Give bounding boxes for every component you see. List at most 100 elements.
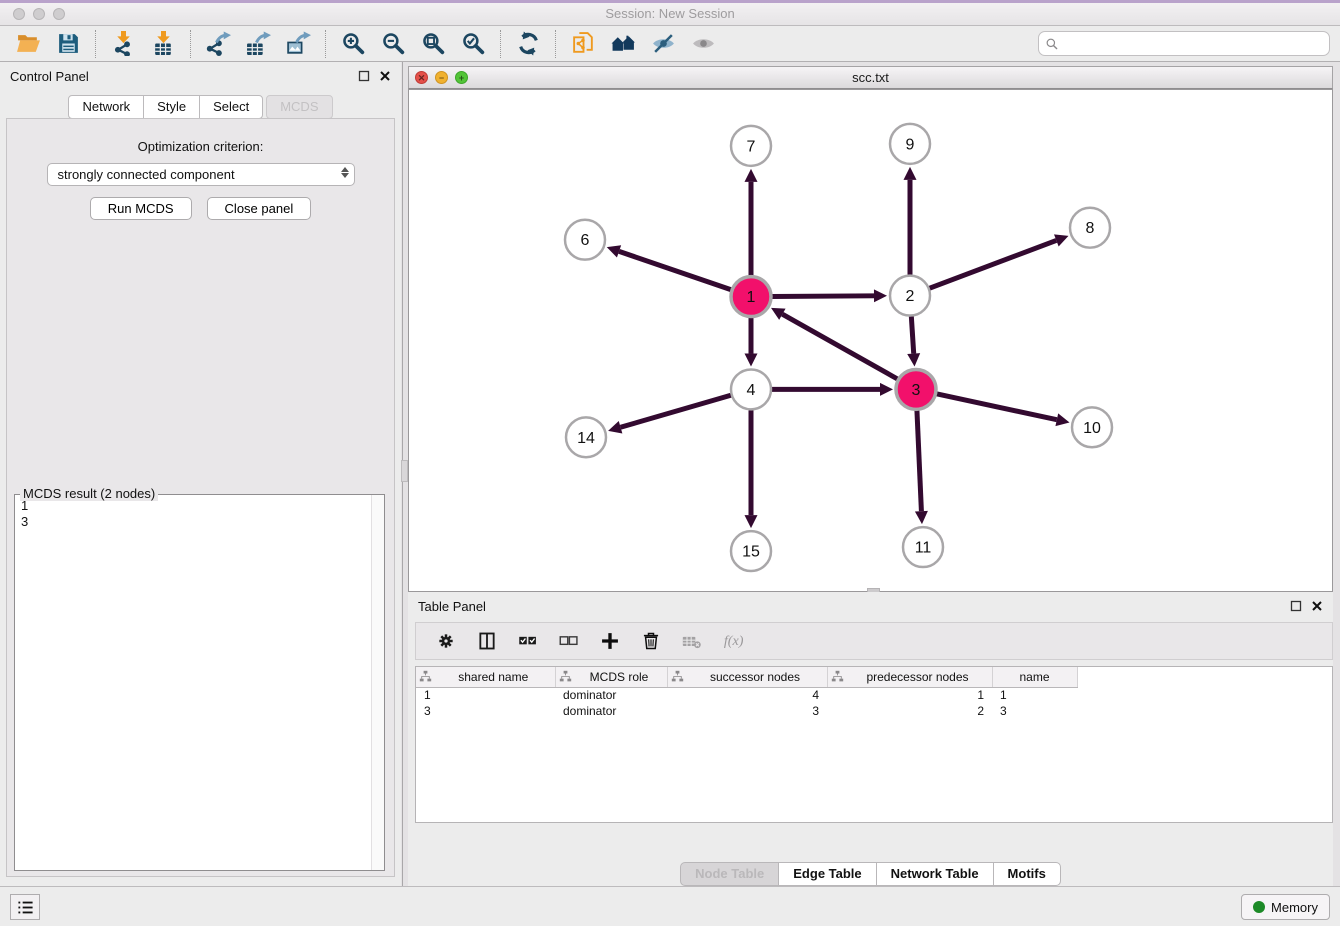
network-minimize-button[interactable]: − — [435, 71, 448, 84]
graph-edge-2-8[interactable] — [930, 240, 1057, 288]
close-table-panel-icon[interactable] — [1311, 600, 1323, 612]
table-settings-gear-button[interactable] — [434, 629, 458, 653]
list-icon — [17, 899, 34, 916]
minimize-window-button[interactable] — [33, 8, 45, 20]
deselect-all-rows-button[interactable] — [557, 629, 581, 653]
table-cell[interactable]: dominator — [555, 703, 667, 719]
zoom-selected-icon — [461, 31, 486, 56]
delete-table-icon — [682, 631, 702, 651]
column-header-MCDS-role[interactable]: MCDS role — [555, 667, 667, 687]
node-table[interactable]: shared nameMCDS rolesuccessor nodesprede… — [415, 666, 1333, 823]
delete-rows-trash-button[interactable] — [639, 629, 663, 653]
network-canvas[interactable]: 1234678910111415 — [408, 89, 1333, 592]
houses-icon — [611, 31, 636, 56]
table-cell[interactable]: 3 — [992, 703, 1077, 719]
open-file-button[interactable] — [8, 28, 48, 60]
table-cell[interactable]: 2 — [827, 703, 992, 719]
graph-node-label-15: 15 — [742, 544, 760, 561]
column-header-name[interactable]: name — [992, 667, 1077, 687]
zoom-in-button[interactable] — [333, 28, 373, 60]
close-panel-icon[interactable] — [379, 70, 391, 82]
vertical-splitter[interactable] — [401, 62, 408, 886]
task-history-button[interactable] — [10, 894, 40, 920]
optimization-criterion-select[interactable]: strongly connected component — [47, 163, 355, 186]
column-header-shared-name[interactable]: shared name — [416, 667, 555, 687]
memory-label: Memory — [1271, 900, 1318, 915]
column-header-successor-nodes[interactable]: successor nodes — [667, 667, 827, 687]
houses-button[interactable] — [603, 28, 643, 60]
graph-node-label-10: 10 — [1083, 420, 1101, 437]
splitter-grip[interactable] — [401, 460, 408, 482]
tab-style[interactable]: Style — [143, 95, 200, 119]
graph-edge-3-10[interactable] — [937, 394, 1057, 420]
graph-arrowhead — [874, 289, 887, 302]
show-columns-button[interactable] — [475, 629, 499, 653]
select-all-rows-button[interactable] — [516, 629, 540, 653]
window-top-accent — [0, 0, 1340, 3]
result-scrollbar[interactable] — [371, 495, 384, 870]
table-cell-filler — [1077, 703, 1102, 719]
tab-network[interactable]: Network — [68, 95, 144, 119]
tab-motifs[interactable]: Motifs — [993, 862, 1061, 886]
zoom-selected-button[interactable] — [453, 28, 493, 60]
network-close-button[interactable]: ✕ — [415, 71, 428, 84]
tab-node-table[interactable]: Node Table — [680, 862, 779, 886]
graph-edge-1-6[interactable] — [619, 251, 731, 289]
graph-edge-3-11[interactable] — [917, 410, 921, 511]
control-panel-title: Control Panel — [10, 69, 358, 84]
network-view-window: ✕ − + scc.txt 1234678910111415 — [408, 62, 1333, 592]
table-cell[interactable]: 1 — [416, 687, 555, 703]
tab-select[interactable]: Select — [199, 95, 263, 119]
graph-edge-4-14[interactable] — [621, 395, 731, 427]
graph-edge-1-2[interactable] — [772, 296, 874, 297]
refresh-layout-button[interactable] — [508, 28, 548, 60]
eye-hide-button[interactable] — [643, 28, 683, 60]
table-cell-filler — [1077, 687, 1102, 703]
app-title: Session: New Session — [0, 0, 1340, 27]
network-graph[interactable]: 1234678910111415 — [409, 90, 1332, 591]
add-column-button[interactable] — [598, 629, 622, 653]
run-mcds-button[interactable]: Run MCDS — [90, 197, 192, 220]
toolbar-separator — [325, 30, 326, 58]
tab-mcds[interactable]: MCDS — [266, 95, 332, 119]
tree-icon — [419, 670, 432, 683]
close-window-button[interactable] — [13, 8, 25, 20]
zoom-fit-button[interactable] — [413, 28, 453, 60]
export-table-button[interactable] — [238, 28, 278, 60]
graph-arrowhead — [607, 245, 621, 257]
tab-edge-table[interactable]: Edge Table — [778, 862, 876, 886]
table-cell[interactable]: 1 — [827, 687, 992, 703]
mcds-result-item[interactable]: 3 — [21, 514, 378, 530]
copy-network-button[interactable] — [563, 28, 603, 60]
close-panel-button[interactable]: Close panel — [207, 197, 312, 220]
search-box[interactable] — [1038, 31, 1330, 56]
import-network-button[interactable] — [103, 28, 143, 60]
zoom-window-button[interactable] — [53, 8, 65, 20]
table-row[interactable]: 3dominator323 — [416, 703, 1102, 719]
save-session-button[interactable] — [48, 28, 88, 60]
network-maximize-button[interactable]: + — [455, 71, 468, 84]
graph-edge-3-1[interactable] — [782, 314, 897, 379]
graph-arrowhead — [904, 167, 917, 180]
table-row[interactable]: 1dominator411 — [416, 687, 1102, 703]
eye-show-icon — [691, 31, 716, 56]
table-cell[interactable]: 3 — [667, 703, 827, 719]
zoom-out-button[interactable] — [373, 28, 413, 60]
import-table-button[interactable] — [143, 28, 183, 60]
search-input[interactable] — [1063, 36, 1323, 51]
zoom-fit-icon — [421, 31, 446, 56]
float-panel-icon[interactable] — [358, 70, 370, 82]
table-cell[interactable]: 1 — [992, 687, 1077, 703]
table-cell[interactable]: dominator — [555, 687, 667, 703]
float-table-panel-icon[interactable] — [1290, 600, 1302, 612]
export-network-button[interactable] — [198, 28, 238, 60]
table-cell[interactable]: 4 — [667, 687, 827, 703]
tree-icon — [831, 670, 844, 683]
network-window-titlebar[interactable]: ✕ − + scc.txt — [408, 66, 1333, 89]
table-cell[interactable]: 3 — [416, 703, 555, 719]
memory-button[interactable]: Memory — [1241, 894, 1330, 920]
column-header-predecessor-nodes[interactable]: predecessor nodes — [827, 667, 992, 687]
export-image-button[interactable] — [278, 28, 318, 60]
graph-edge-2-3[interactable] — [911, 317, 913, 354]
tab-network-table[interactable]: Network Table — [876, 862, 994, 886]
